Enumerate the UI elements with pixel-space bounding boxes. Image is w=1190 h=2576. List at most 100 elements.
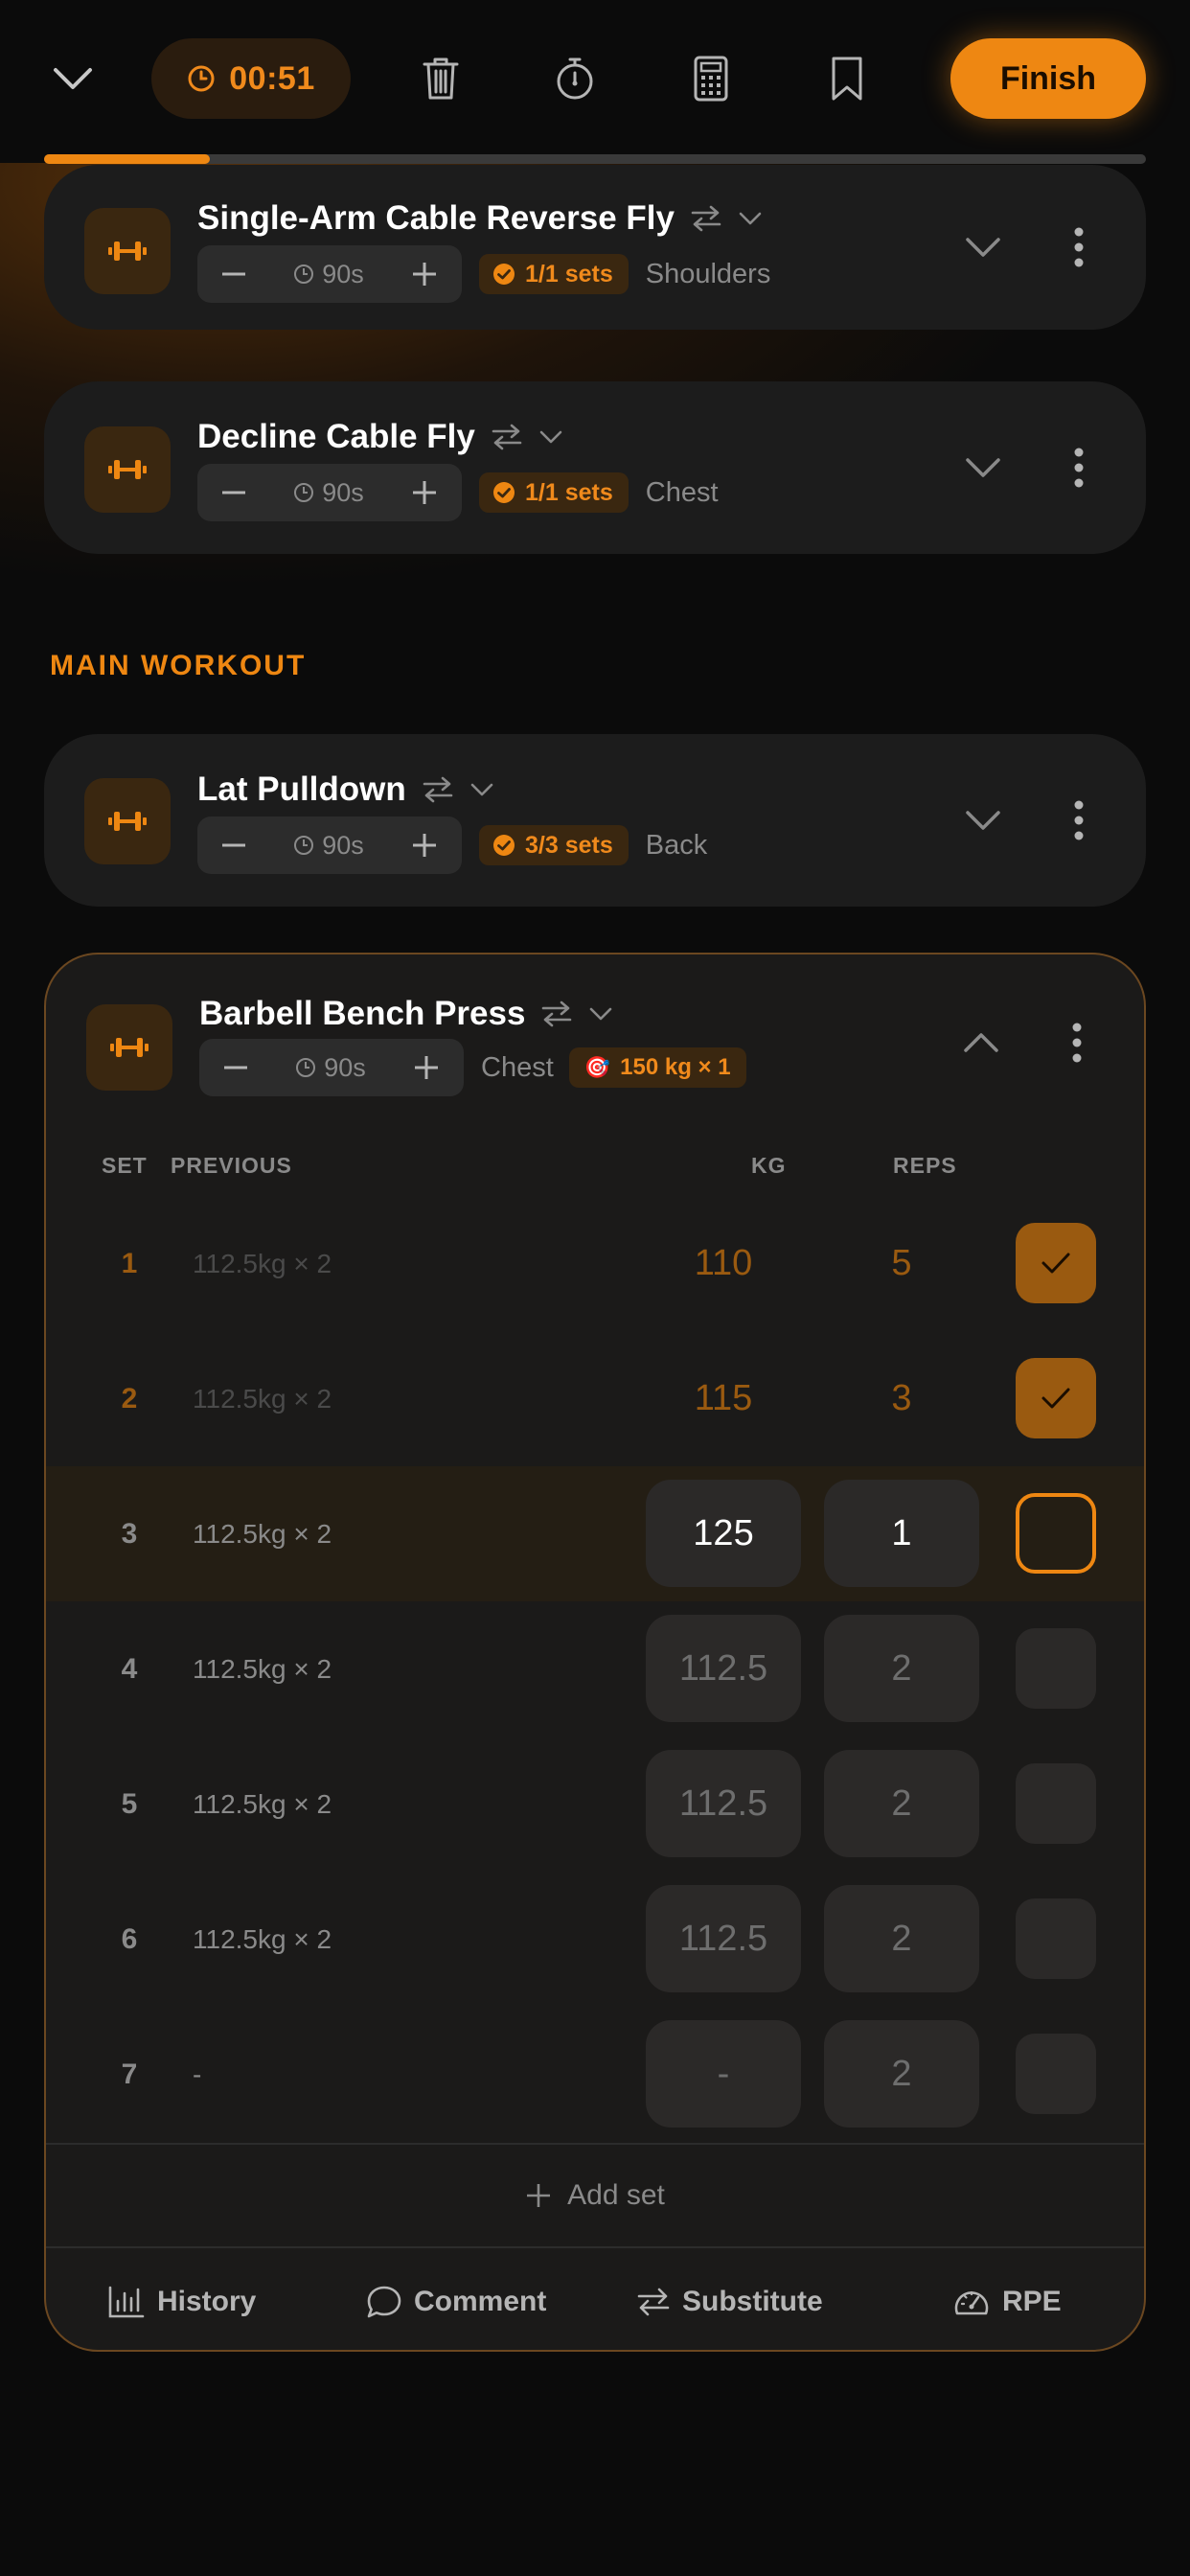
set-number: 4 — [121, 1653, 138, 1685]
minus-icon[interactable] — [224, 1066, 247, 1070]
rest-value: 90s — [322, 259, 364, 288]
check-icon — [1041, 1388, 1070, 1409]
section-label-main-workout: MAIN WORKOUT — [50, 650, 307, 681]
expand-exercise-button[interactable] — [954, 439, 1012, 496]
chevron-down-icon[interactable] — [469, 782, 494, 797]
previous-value[interactable]: 112.5kg × 2 — [193, 1384, 332, 1414]
kg-input[interactable]: 112.5 — [646, 1750, 801, 1857]
reps-input[interactable]: 2 — [824, 1615, 979, 1722]
minus-icon[interactable] — [222, 843, 245, 847]
reps-input[interactable]: 2 — [824, 1885, 979, 1992]
collapse-exercise-button[interactable] — [952, 1014, 1010, 1071]
rest-value-wrap: 90s — [293, 260, 364, 289]
exercise-meta: 90s 1/1 sets Chest — [197, 464, 719, 521]
check-circle-icon — [493, 835, 515, 856]
kg-input[interactable]: 115 — [646, 1345, 801, 1452]
add-set-label: Add set — [567, 2179, 665, 2211]
set-number: 3 — [121, 1518, 138, 1550]
target-icon: 🎯 — [584, 1055, 611, 1079]
workout-timer[interactable]: 00:51 — [151, 38, 351, 119]
previous-value[interactable]: 112.5kg × 2 — [193, 1519, 332, 1550]
reps-input[interactable]: 2 — [824, 1750, 979, 1857]
swap-icon[interactable] — [540, 1000, 573, 1028]
kg-input[interactable]: 112.5 — [646, 1615, 801, 1722]
rest-timer-button[interactable] — [537, 38, 613, 119]
chevron-down-icon[interactable] — [588, 1006, 613, 1022]
comment-button[interactable]: Comment — [366, 2264, 546, 2340]
muscle-group: Back — [645, 829, 708, 861]
history-button[interactable]: History — [107, 2264, 256, 2340]
minimize-workout-button[interactable] — [38, 38, 107, 119]
exercise-menu-button[interactable] — [1058, 439, 1100, 496]
finish-workout-button[interactable]: Finish — [950, 38, 1146, 119]
reps-input[interactable]: 3 — [824, 1345, 979, 1452]
rpe-button[interactable]: RPE — [952, 2264, 1062, 2340]
exercise-menu-button[interactable] — [1058, 218, 1100, 276]
substitute-button[interactable]: Substitute — [636, 2264, 823, 2340]
trash-icon — [423, 58, 459, 100]
expand-exercise-button[interactable] — [954, 792, 1012, 849]
header-kg: KG — [751, 1153, 787, 1178]
chevron-down-icon[interactable] — [738, 211, 763, 226]
exercise-menu-button[interactable] — [1056, 1014, 1098, 1071]
plus-icon[interactable] — [412, 480, 437, 505]
save-template-button[interactable] — [809, 38, 885, 119]
more-vertical-icon — [1074, 800, 1084, 840]
complete-set-checkbox[interactable] — [1016, 1898, 1096, 1979]
previous-value[interactable]: 112.5kg × 2 — [193, 1654, 332, 1685]
previous-value[interactable]: 112.5kg × 2 — [193, 1249, 332, 1279]
plus-icon[interactable] — [412, 262, 437, 287]
previous-value[interactable]: - — [193, 2059, 201, 2090]
minus-icon[interactable] — [222, 491, 245, 494]
rest-value-wrap: 90s — [293, 478, 364, 508]
exercise-title[interactable]: Single-Arm Cable Reverse Fly — [197, 199, 763, 238]
exercise-title[interactable]: Decline Cable Fly — [197, 418, 563, 456]
swap-icon[interactable] — [491, 423, 523, 451]
kg-input[interactable]: 110 — [646, 1209, 801, 1317]
kg-input[interactable]: 112.5 — [646, 1885, 801, 1992]
workout-progress-fill — [44, 154, 210, 164]
expand-exercise-button[interactable] — [954, 218, 1012, 276]
plus-icon[interactable] — [414, 1055, 439, 1080]
exercise-card-single-arm-cable-reverse-fly: Single-Arm Cable Reverse Fly 90s 1/1 set… — [44, 165, 1146, 330]
rpe-label: RPE — [1002, 2286, 1062, 2317]
previous-value[interactable]: 112.5kg × 2 — [193, 1789, 332, 1820]
check-circle-icon — [493, 482, 515, 503]
complete-set-checkbox[interactable] — [1016, 2034, 1096, 2114]
reps-input[interactable]: 2 — [824, 2020, 979, 2128]
complete-set-checkbox[interactable] — [1016, 1493, 1096, 1574]
complete-set-checkbox[interactable] — [1016, 1223, 1096, 1303]
minus-icon[interactable] — [222, 272, 245, 276]
plus-icon[interactable] — [412, 833, 437, 858]
exercise-title[interactable]: Lat Pulldown — [197, 770, 494, 809]
dumbbell-icon — [84, 208, 171, 294]
rest-value: 90s — [324, 1052, 366, 1082]
exercise-menu-button[interactable] — [1058, 792, 1100, 849]
target-badge: 🎯 150 kg × 1 — [568, 1047, 746, 1088]
bookmark-icon — [832, 57, 862, 101]
plate-calculator-button[interactable] — [673, 38, 749, 119]
kg-input[interactable]: 125 — [646, 1480, 801, 1587]
clock-icon — [188, 65, 215, 92]
chevron-down-icon — [54, 68, 92, 89]
swap-icon[interactable] — [690, 204, 722, 233]
add-set-button[interactable]: Add set — [46, 2143, 1144, 2248]
previous-value[interactable]: 112.5kg × 2 — [193, 1924, 332, 1955]
exercise-title[interactable]: Barbell Bench Press — [199, 995, 613, 1033]
sets-badge-text: 1/1 sets — [525, 478, 613, 506]
complete-set-checkbox[interactable] — [1016, 1358, 1096, 1438]
reps-input[interactable]: 1 — [824, 1480, 979, 1587]
rest-timer-control: 90s — [197, 464, 462, 521]
complete-set-checkbox[interactable] — [1016, 1628, 1096, 1709]
complete-set-checkbox[interactable] — [1016, 1763, 1096, 1844]
exercise-name: Single-Arm Cable Reverse Fly — [197, 199, 675, 237]
exercise-meta: 90s Chest 🎯 150 kg × 1 — [199, 1039, 746, 1096]
chevron-down-icon[interactable] — [538, 429, 563, 445]
reps-input[interactable]: 5 — [824, 1209, 979, 1317]
discard-workout-button[interactable] — [402, 38, 479, 119]
muscle-group: Chest — [645, 476, 719, 508]
kg-input[interactable]: - — [646, 2020, 801, 2128]
chevron-down-icon — [966, 811, 1000, 830]
swap-icon[interactable] — [422, 775, 454, 804]
exercise-name: Barbell Bench Press — [199, 995, 526, 1032]
